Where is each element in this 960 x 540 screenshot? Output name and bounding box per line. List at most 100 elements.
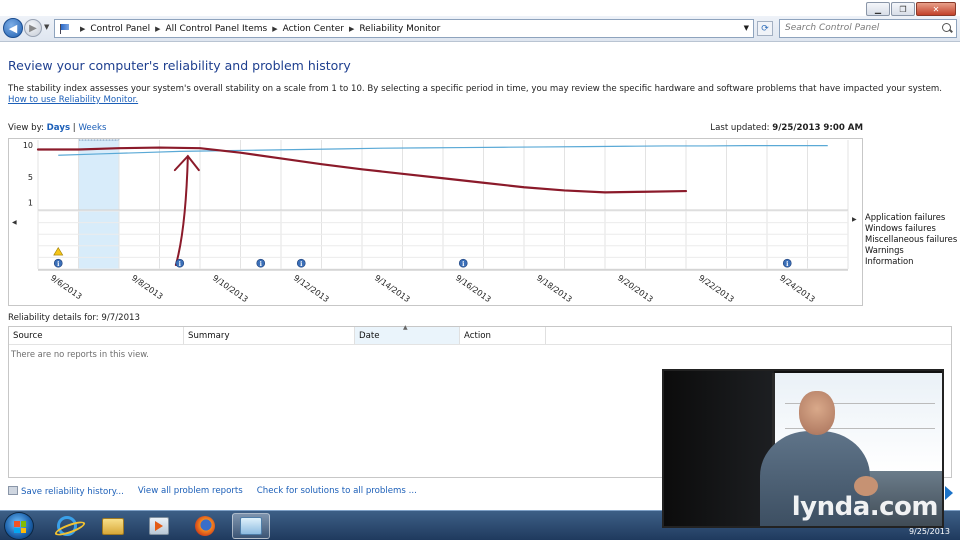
back-arrow-icon: ◀ xyxy=(8,21,18,35)
x-tick-label: 9/12/2013 xyxy=(292,273,331,304)
stability-chart[interactable]: ◀ 10 5 1 i i i i i i 9/6/2013 9/8/2013 9/10/2013 9/1… xyxy=(8,138,863,306)
crumb-all-items[interactable]: All Control Panel Items xyxy=(165,24,267,34)
media-player-icon xyxy=(149,517,169,535)
control-panel-icon xyxy=(240,517,262,535)
video-background xyxy=(664,371,774,526)
start-button[interactable] xyxy=(4,512,34,540)
minimize-icon: ▁ xyxy=(874,4,882,14)
legend-information: Information xyxy=(865,256,914,266)
details-header-row: Source Summary ▲ Date Action xyxy=(9,324,951,345)
next-arrow-icon[interactable] xyxy=(945,486,953,500)
details-title-date: 9/7/2013 xyxy=(101,313,140,323)
action-center-flag-icon xyxy=(59,23,71,34)
scroll-right-icon[interactable]: ▶ xyxy=(852,216,857,223)
check-solutions-link[interactable]: Check for solutions to all problems ... xyxy=(257,486,417,497)
footer-links: Save reliability history... View all pro… xyxy=(8,486,417,497)
page-description: The stability index assesses your system… xyxy=(8,84,948,106)
address-toolbar: ◀ ▶ ▼ ▶ Control Panel ▶ All Control Pane… xyxy=(0,16,960,42)
refresh-icon: ⟳ xyxy=(761,23,769,34)
last-updated-label: Last updated: xyxy=(710,123,770,133)
crumb-control-panel[interactable]: Control Panel xyxy=(90,24,150,34)
internet-explorer-icon xyxy=(57,516,77,536)
save-icon xyxy=(8,486,18,495)
warning-icon xyxy=(53,247,64,256)
chevron-right-icon[interactable]: ▶ xyxy=(272,25,277,33)
taskbar-firefox[interactable] xyxy=(186,513,224,539)
help-link[interactable]: How to use Reliability Monitor. xyxy=(8,95,138,105)
column-date-label: Date xyxy=(359,331,380,341)
view-by: View by: Days | Weeks xyxy=(8,123,106,133)
y-tick-label: 5 xyxy=(28,173,33,182)
details-title: Reliability details for: 9/7/2013 xyxy=(8,313,140,323)
save-history-label: Save reliability history... xyxy=(21,487,124,497)
last-updated: Last updated: 9/25/2013 9:00 AM xyxy=(710,123,863,133)
column-source[interactable]: Source xyxy=(9,327,184,344)
x-tick-label: 9/20/2013 xyxy=(616,273,655,304)
details-empty-message: There are no reports in this view. xyxy=(11,349,149,359)
minimize-button[interactable]: ▁ xyxy=(866,2,890,16)
close-button[interactable]: ✕ xyxy=(916,2,956,16)
folder-icon xyxy=(102,517,124,535)
sort-ascending-icon: ▲ xyxy=(403,324,408,331)
legend-warnings: Warnings xyxy=(865,245,904,255)
view-by-label: View by: xyxy=(8,123,44,133)
search-input[interactable]: Search Control Panel xyxy=(779,19,957,38)
search-placeholder: Search Control Panel xyxy=(785,23,880,33)
maximize-button[interactable]: ❐ xyxy=(891,2,915,16)
breadcrumb[interactable]: ▶ Control Panel ▶ All Control Panel Item… xyxy=(54,19,754,38)
back-button[interactable]: ◀ xyxy=(3,18,23,38)
video-inset: lynda.com xyxy=(662,369,944,528)
column-action[interactable]: Action xyxy=(460,327,546,344)
x-tick-label: 9/14/2013 xyxy=(373,273,412,304)
window-controls: ▁ ❐ ✕ xyxy=(866,2,956,16)
presenter-head xyxy=(799,391,835,435)
x-tick-label: 9/8/2013 xyxy=(130,273,165,301)
forward-button[interactable]: ▶ xyxy=(24,19,42,37)
column-summary[interactable]: Summary xyxy=(184,327,355,344)
taskbar-control-panel[interactable] xyxy=(232,513,270,539)
last-updated-value: 9/25/2013 9:00 AM xyxy=(772,123,863,133)
chevron-right-icon[interactable]: ▶ xyxy=(349,25,354,33)
x-tick-label: 9/10/2013 xyxy=(211,273,250,304)
taskbar-explorer[interactable] xyxy=(94,513,132,539)
chevron-right-icon[interactable]: ▶ xyxy=(80,25,85,33)
refresh-button[interactable]: ⟳ xyxy=(757,21,773,36)
taskbar-media-player[interactable] xyxy=(140,513,178,539)
maximize-icon: ❐ xyxy=(899,4,907,14)
view-weeks-link[interactable]: Weeks xyxy=(78,123,106,133)
chevron-right-icon[interactable]: ▶ xyxy=(155,25,160,33)
windows-logo-icon xyxy=(14,521,26,533)
crumb-action-center[interactable]: Action Center xyxy=(283,24,344,34)
view-separator: | xyxy=(72,123,76,133)
x-tick-label: 9/24/2013 xyxy=(778,273,817,304)
forward-arrow-icon: ▶ xyxy=(29,22,37,34)
column-date[interactable]: ▲ Date xyxy=(355,324,460,344)
legend-misc-failures: Miscellaneous failures xyxy=(865,234,958,244)
legend-windows-failures: Windows failures xyxy=(865,223,936,233)
stability-chart-svg: 1051i i i i i i9/6/2013 9/8/2013 9/10/2013 9/12/… xyxy=(23,139,849,304)
address-dropdown-icon[interactable]: ▼ xyxy=(744,24,749,32)
crumb-reliability-monitor[interactable]: Reliability Monitor xyxy=(359,24,440,34)
y-tick-label: 1 xyxy=(28,199,33,208)
view-days-link[interactable]: Days xyxy=(47,123,70,133)
taskbar-internet-explorer[interactable] xyxy=(48,513,86,539)
description-text: The stability index assesses your system… xyxy=(8,84,942,94)
lynda-watermark: lynda.com xyxy=(791,492,939,522)
event-rows-legend: Application failures Windows failures Mi… xyxy=(865,212,957,267)
x-tick-label: 9/6/2013 xyxy=(49,273,84,301)
details-title-label: Reliability details for: xyxy=(8,313,99,323)
legend-application-failures: Application failures xyxy=(865,212,946,222)
page-title: Review your computer's reliability and p… xyxy=(8,58,351,73)
save-history-link[interactable]: Save reliability history... xyxy=(8,486,124,497)
taskbar-clock-date: 9/25/2013 xyxy=(908,527,950,536)
x-tick-label: 9/18/2013 xyxy=(535,273,574,304)
firefox-icon xyxy=(195,516,215,536)
y-tick-label: 10 xyxy=(23,141,33,150)
x-tick-label: 9/22/2013 xyxy=(697,273,736,304)
selected-day-highlight xyxy=(78,139,120,270)
close-icon: ✕ xyxy=(932,4,940,14)
recent-pages-dropdown[interactable]: ▼ xyxy=(44,23,49,31)
search-icon[interactable] xyxy=(942,23,951,32)
view-all-reports-link[interactable]: View all problem reports xyxy=(138,486,243,497)
x-tick-label: 9/16/2013 xyxy=(454,273,493,304)
